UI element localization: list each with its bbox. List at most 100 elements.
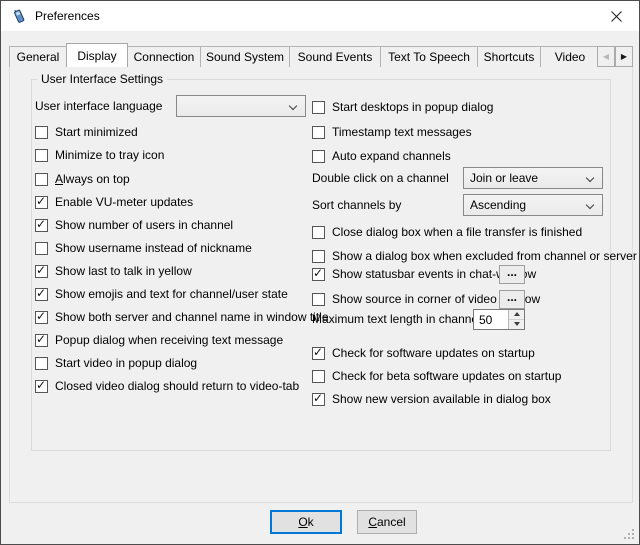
- dropdown-value: Ascending: [470, 198, 526, 212]
- field-label: Double click on a channel: [312, 167, 449, 189]
- checkmark-icon: ✓: [36, 194, 46, 208]
- tab-sound-events[interactable]: Sound Events: [289, 46, 381, 67]
- window-title: Preferences: [35, 9, 100, 23]
- checkbox-label[interactable]: Show last to talk in yellow: [55, 263, 192, 279]
- user-interface-language-dropdown[interactable]: [176, 95, 306, 117]
- checkbox-label[interactable]: Start minimized: [55, 124, 138, 140]
- chevron-down-icon: [289, 102, 297, 110]
- double-click-on-a-channel-dropdown[interactable]: Join or leave: [463, 167, 603, 189]
- cancel-button[interactable]: Cancel: [357, 510, 417, 534]
- tab-label: Sound System: [206, 50, 284, 64]
- preferences-dialog: Preferences GeneralDisplay Connection Soun…: [0, 0, 640, 545]
- checkmark-icon: ✓: [36, 378, 46, 392]
- check-for-software-updates-on-startup-checkbox[interactable]: ✓: [312, 347, 325, 360]
- check-for-beta-software-updates-on-startup-checkbox[interactable]: [312, 370, 325, 383]
- checkbox-label[interactable]: Close dialog box when a file transfer is…: [332, 224, 582, 240]
- spinbox-value: 50: [479, 312, 492, 328]
- dropdown-value: Join or leave: [470, 171, 538, 185]
- timestamp-text-messages-checkbox[interactable]: [312, 126, 325, 139]
- tab-text-to-speech[interactable]: Text To Speech: [380, 46, 478, 67]
- checkbox-label[interactable]: Show new version available in dialog box: [332, 391, 551, 407]
- close-dialog-box-when-a-file-transfer-is-finished-checkbox[interactable]: [312, 226, 325, 239]
- field-label: Sort channels by: [312, 194, 401, 216]
- start-desktops-in-popup-dialog-checkbox[interactable]: [312, 101, 325, 114]
- spin-up-button[interactable]: [509, 310, 524, 320]
- tab-sound-system[interactable]: Sound System: [200, 46, 290, 67]
- show-a-dialog-box-when-excluded-from-channel-or-server-checkbox[interactable]: [312, 250, 325, 263]
- field-label: User interface language: [35, 95, 162, 117]
- closed-video-dialog-should-return-to-video-tab-checkbox[interactable]: ✓: [35, 380, 48, 393]
- tab-display[interactable]: Display: [66, 43, 128, 67]
- show-statusbar-events-in-chat-window-more-button[interactable]: ...: [499, 265, 525, 284]
- tab-scroll-right-button[interactable]: ▶: [615, 46, 633, 67]
- tab-scroll-left-icon: ◀: [603, 53, 609, 61]
- show-username-instead-of-nickname-checkbox[interactable]: [35, 242, 48, 255]
- maximum-text-length-in-channel-list-spinbox[interactable]: 50: [473, 309, 525, 330]
- show-last-to-talk-in-yellow-checkbox[interactable]: ✓: [35, 265, 48, 278]
- show-both-server-and-channel-name-in-window-title-checkbox[interactable]: ✓: [35, 311, 48, 324]
- chevron-down-icon: [586, 174, 594, 182]
- chevron-down-icon: [586, 201, 594, 209]
- popup-dialog-when-receiving-text-message-checkbox[interactable]: ✓: [35, 334, 48, 347]
- checkbox-label[interactable]: Start video in popup dialog: [55, 355, 197, 371]
- tab-shortcuts[interactable]: Shortcuts: [477, 46, 541, 67]
- checkmark-icon: ✓: [313, 266, 323, 280]
- tab-scroll-left-button[interactable]: ◀: [597, 46, 615, 67]
- start-minimized-checkbox[interactable]: [35, 126, 48, 139]
- checkmark-icon: ✓: [313, 345, 323, 359]
- auto-expand-channels-checkbox[interactable]: [312, 150, 325, 163]
- minimize-to-tray-icon-checkbox[interactable]: [35, 149, 48, 162]
- checkbox-label[interactable]: Closed video dialog should return to vid…: [55, 378, 299, 394]
- checkbox-label[interactable]: Enable VU-meter updates: [55, 194, 193, 210]
- checkbox-label[interactable]: Check for beta software updates on start…: [332, 368, 561, 384]
- checkbox-label[interactable]: Auto expand channels: [332, 148, 451, 164]
- tab-video[interactable]: Video: [540, 46, 597, 67]
- show-new-version-available-in-dialog-box-checkbox[interactable]: ✓: [312, 393, 325, 406]
- tab-scroll-right-icon: ▶: [621, 53, 627, 61]
- ok-button[interactable]: Ok: [270, 510, 342, 534]
- close-button[interactable]: [594, 1, 639, 31]
- checkbox-label[interactable]: Show username instead of nickname: [55, 240, 252, 256]
- sort-channels-by-dropdown[interactable]: Ascending: [463, 194, 603, 216]
- start-video-in-popup-dialog-checkbox[interactable]: [35, 357, 48, 370]
- show-emojis-and-text-for-channel-user-state-checkbox[interactable]: ✓: [35, 288, 48, 301]
- checkbox-label[interactable]: Popup dialog when receiving text message: [55, 332, 283, 348]
- tab-label: Text To Speech: [388, 50, 470, 64]
- checkbox-label[interactable]: Minimize to tray icon: [55, 147, 164, 163]
- checkmark-icon: ✓: [36, 217, 46, 231]
- checkbox-label[interactable]: Show number of users in channel: [55, 217, 233, 233]
- checkbox-label[interactable]: Show emojis and text for channel/user st…: [55, 286, 288, 302]
- tab-general[interactable]: General: [9, 46, 67, 67]
- show-number-of-users-in-channel-checkbox[interactable]: ✓: [35, 219, 48, 232]
- show-source-in-corner-of-video-window-more-button[interactable]: ...: [499, 290, 525, 309]
- always-on-top-checkbox[interactable]: [35, 173, 48, 186]
- group-title: User Interface Settings: [37, 72, 167, 86]
- title-bar[interactable]: Preferences: [1, 1, 639, 31]
- enable-vu-meter-updates-checkbox[interactable]: ✓: [35, 196, 48, 209]
- triangle-up-icon: [514, 312, 520, 316]
- checkbox-label[interactable]: Show a dialog box when excluded from cha…: [332, 248, 637, 264]
- tab-label: Connection: [134, 50, 195, 64]
- resize-grip[interactable]: [623, 528, 634, 539]
- spin-down-button[interactable]: [509, 320, 524, 330]
- app-icon: [11, 8, 27, 24]
- tab-label: Video: [555, 50, 585, 64]
- spin-buttons: [508, 310, 524, 329]
- field-label: Maximum text length in channel list: [312, 311, 499, 328]
- triangle-down-icon: [514, 322, 520, 326]
- checkmark-icon: ✓: [36, 332, 46, 346]
- checkmark-icon: ✓: [313, 391, 323, 405]
- show-statusbar-events-in-chat-window-checkbox[interactable]: ✓: [312, 268, 325, 281]
- checkbox-label[interactable]: Check for software updates on startup: [332, 345, 535, 361]
- checkbox-label[interactable]: Timestamp text messages: [332, 124, 472, 140]
- checkbox-label[interactable]: Always on top: [55, 171, 130, 187]
- checkmark-icon: ✓: [36, 286, 46, 300]
- checkmark-icon: ✓: [36, 263, 46, 277]
- checkbox-label[interactable]: Show both server and channel name in win…: [55, 309, 329, 325]
- tab-label: Sound Events: [298, 50, 373, 64]
- checkbox-label[interactable]: Start desktops in popup dialog: [332, 99, 493, 115]
- close-icon: [611, 11, 622, 22]
- resize-grip-dots: [632, 537, 634, 539]
- tab-connection[interactable]: Connection: [127, 46, 201, 67]
- show-source-in-corner-of-video-window-checkbox[interactable]: [312, 293, 325, 306]
